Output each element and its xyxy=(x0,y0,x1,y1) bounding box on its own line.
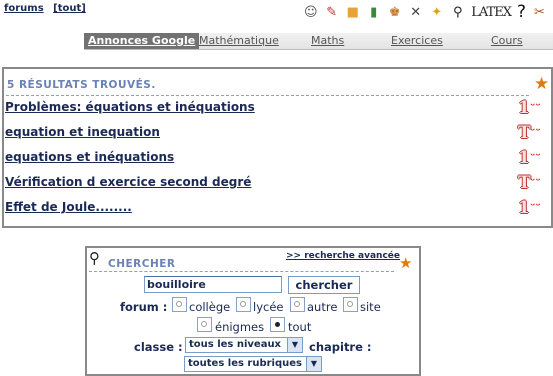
radio-label: site xyxy=(360,300,381,314)
classe-select[interactable]: tous les niveaux ▼ xyxy=(185,337,303,353)
radio-college[interactable] xyxy=(172,297,187,312)
result-link[interactable]: Vérification d exercice second degré xyxy=(5,175,251,189)
search-input[interactable]: bouilloire xyxy=(144,276,282,293)
star-icon: ★ xyxy=(399,254,413,272)
stats-icon[interactable]: ▮ xyxy=(366,5,381,20)
tools-icon[interactable]: ✂ xyxy=(532,5,547,20)
radio-tout[interactable] xyxy=(270,317,285,332)
chevron-down-icon: ▼ xyxy=(306,357,321,371)
forums-link[interactable]: forums xyxy=(4,3,44,14)
search-button[interactable]: chercher xyxy=(288,276,360,294)
result-link[interactable]: equations et inéquations xyxy=(5,150,174,164)
top-links: forums [tout] xyxy=(4,3,92,14)
magnifier-icon: ⚲ xyxy=(89,249,100,267)
connect-icon[interactable]: ✕ xyxy=(408,5,423,20)
radio-label: tout xyxy=(288,320,312,334)
classe-label: classe : xyxy=(134,340,183,354)
radio-autre[interactable] xyxy=(290,297,305,312)
tab-cours[interactable]: Cours xyxy=(491,34,523,47)
tab-maths[interactable]: Maths xyxy=(311,34,344,47)
top-toolbar: forums [tout] ☺ ✎ ■ ▮ ♚ ✕ ✦ ⚲ LATEX ? ✂ xyxy=(0,0,553,25)
chevron-down-icon: ▼ xyxy=(287,338,302,352)
tab-mathematique[interactable]: Mathématique xyxy=(199,34,279,47)
result-badge-icon[interactable]: Tᵕᵕ xyxy=(518,173,552,193)
radio-label: autre xyxy=(307,300,338,314)
user-icon[interactable]: ☺ xyxy=(303,5,318,20)
results-heading: 5 RÉSULTATS TROUVÉS. xyxy=(7,79,156,91)
search-title: CHERCHER xyxy=(108,258,176,270)
chapitre-select[interactable]: toutes les rubriques ▼ xyxy=(184,356,322,372)
radio-site[interactable] xyxy=(343,297,358,312)
bookmark-icon[interactable]: ■ xyxy=(345,5,360,20)
chapitre-label: chapitre : xyxy=(309,340,372,354)
result-link[interactable]: Effet de Joule........ xyxy=(5,200,132,214)
radio-lycee[interactable] xyxy=(236,297,251,312)
star-icon[interactable]: ✦ xyxy=(429,5,444,20)
search-icon[interactable]: ⚲ xyxy=(450,5,465,20)
radio-enigmes[interactable] xyxy=(197,317,212,332)
result-link[interactable]: Problèmes: équations et inéquations xyxy=(5,100,255,114)
search-panel: ⚲ CHERCHER >> recherche avancée ★ bouill… xyxy=(85,246,421,376)
radio-label: énigmes xyxy=(215,320,265,334)
help-icon[interactable]: ? xyxy=(517,2,526,22)
result-link[interactable]: equation et inequation xyxy=(5,125,160,139)
classe-value: tous les niveaux xyxy=(189,339,282,350)
tag-icon[interactable]: ✎ xyxy=(324,5,339,20)
tab-annonces-google[interactable]: Annonces Google xyxy=(84,33,200,49)
toolbar-icons: ☺ ✎ ■ ▮ ♚ ✕ ✦ ⚲ LATEX ? ✂ xyxy=(303,1,547,23)
divider xyxy=(89,271,394,272)
profile-icon[interactable]: ♚ xyxy=(387,5,402,20)
forum-label: forum : xyxy=(120,300,168,314)
all-link[interactable]: [tout] xyxy=(53,3,86,14)
nav-bar: Annonces Google Mathématique Maths Exerc… xyxy=(84,33,553,50)
result-badge-icon[interactable]: 1 ᵕᵕ xyxy=(518,98,552,118)
radio-label: collège xyxy=(189,300,231,314)
star-icon: ★ xyxy=(534,74,550,94)
radio-label: lycée xyxy=(253,300,284,314)
divider xyxy=(6,95,529,96)
tab-exercices[interactable]: Exercices xyxy=(391,34,443,47)
result-badge-icon[interactable]: Tᵕᵕ xyxy=(518,123,552,143)
result-badge-icon[interactable]: 1 ᵕᵕ xyxy=(518,148,552,168)
advanced-search-link[interactable]: >> recherche avancée xyxy=(286,251,400,261)
chapitre-value: toutes les rubriques xyxy=(188,358,302,369)
latex-icon[interactable]: LATEX xyxy=(471,5,512,20)
result-badge-icon[interactable]: 1 ᵕᵕ xyxy=(518,198,552,218)
results-panel: 5 RÉSULTATS TROUVÉS. ★ Problèmes: équati… xyxy=(2,67,553,228)
